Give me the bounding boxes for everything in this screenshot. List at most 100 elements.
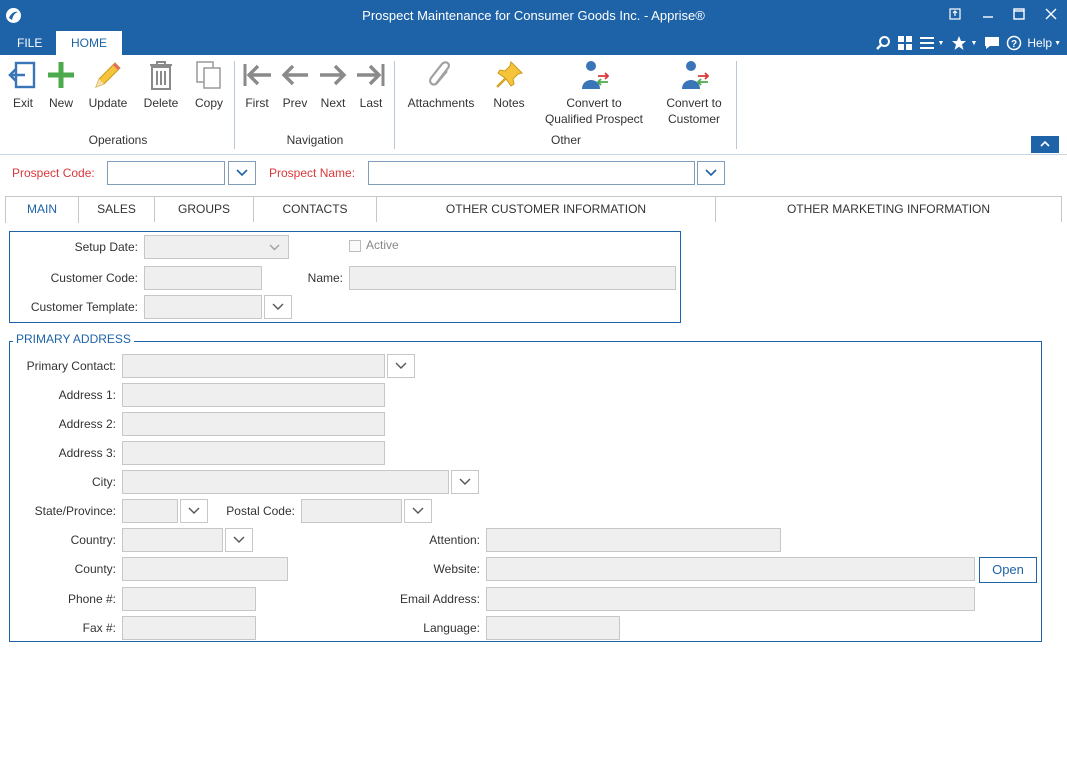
prospect-code-dropdown[interactable]	[228, 161, 256, 185]
ribbon-tab-home[interactable]: HOME	[56, 31, 122, 55]
attachments-label: Attachments	[407, 96, 475, 110]
tab-groups[interactable]: GROUPS	[154, 196, 254, 222]
prev-button[interactable]: Prev	[278, 55, 312, 117]
close-icon[interactable]	[1039, 4, 1063, 26]
chat-bubble-icon[interactable]	[983, 34, 1001, 52]
tab-bar: MAIN SALES GROUPS CONTACTS OTHER CUSTOME…	[5, 196, 1062, 223]
next-button[interactable]: Next	[316, 55, 350, 117]
list-menu-icon[interactable]	[918, 34, 936, 52]
state-province-input[interactable]	[122, 499, 178, 523]
ribbon-toolbar-right: ▼ ▼ ? Help ▼	[874, 31, 1064, 55]
navigation-group-label: Navigation	[286, 133, 344, 147]
email-address-label: Email Address:	[399, 592, 480, 606]
prospect-code-label: Prospect Code:	[12, 166, 95, 180]
country-input[interactable]	[122, 528, 223, 552]
dashboard-grid-icon[interactable]	[896, 34, 914, 52]
county-input[interactable]	[122, 557, 288, 581]
postal-code-input[interactable]	[301, 499, 402, 523]
other-group-label: Other	[550, 133, 581, 147]
phone-label: Phone #:	[67, 592, 116, 606]
maximize-icon[interactable]	[1007, 4, 1031, 26]
svg-text:?: ?	[1011, 39, 1017, 50]
convert-customer-label-line1: Convert to	[666, 96, 722, 110]
address1-label: Address 1:	[58, 388, 116, 402]
last-button[interactable]: Last	[354, 55, 388, 117]
name-input[interactable]	[349, 266, 676, 290]
trash-icon	[150, 61, 172, 90]
fax-label: Fax #:	[82, 621, 116, 635]
email-address-input[interactable]	[486, 587, 975, 611]
prospect-code-input[interactable]	[107, 161, 225, 185]
last-record-icon	[357, 64, 385, 86]
address2-input[interactable]	[122, 412, 385, 436]
pushpin-icon	[496, 61, 523, 88]
first-label: First	[245, 96, 269, 110]
chevron-down-icon[interactable]: ▼	[1054, 40, 1061, 47]
convert-to-customer-button[interactable]: Convert to Customer	[658, 55, 730, 126]
convert-to-qualified-prospect-button[interactable]: Convert to Qualified Prospect	[536, 55, 652, 126]
address1-input[interactable]	[122, 383, 385, 407]
collapse-ribbon-button[interactable]	[1031, 136, 1059, 153]
website-input[interactable]	[486, 557, 975, 581]
language-input[interactable]	[486, 616, 620, 640]
ribbon-tab-file[interactable]: FILE	[3, 31, 56, 55]
phone-input[interactable]	[122, 587, 256, 611]
help-circle-icon[interactable]: ?	[1005, 34, 1023, 52]
exit-icon	[8, 61, 36, 89]
primary-contact-input[interactable]	[122, 354, 385, 378]
attention-input[interactable]	[486, 528, 781, 552]
postal-code-dropdown[interactable]	[404, 499, 432, 523]
active-label: Active	[366, 238, 399, 252]
delete-label: Delete	[143, 96, 179, 110]
customer-code-input[interactable]	[144, 266, 262, 290]
copy-label: Copy	[194, 96, 223, 110]
language-label: Language:	[423, 621, 480, 635]
primary-contact-dropdown[interactable]	[387, 354, 415, 378]
arrow-right-icon	[320, 64, 347, 86]
customer-template-label: Customer Template:	[30, 300, 138, 314]
attachments-button[interactable]: Attachments	[402, 55, 480, 117]
address3-label: Address 3:	[58, 446, 116, 460]
new-button[interactable]: New	[44, 55, 78, 117]
address3-input[interactable]	[122, 441, 385, 465]
website-label: Website:	[433, 562, 480, 576]
city-dropdown[interactable]	[451, 470, 479, 494]
favorites-star-icon[interactable]	[950, 34, 968, 52]
copy-button[interactable]: Copy	[190, 55, 228, 117]
notes-button[interactable]: Notes	[488, 55, 530, 117]
tab-contacts[interactable]: CONTACTS	[253, 196, 377, 222]
chevron-down-icon[interactable]: ▼	[970, 40, 977, 47]
open-website-button[interactable]: Open	[979, 557, 1037, 583]
prospect-name-label: Prospect Name:	[269, 166, 356, 180]
help-menu[interactable]: Help	[1027, 36, 1052, 50]
update-button[interactable]: Update	[84, 55, 132, 117]
state-province-dropdown[interactable]	[180, 499, 208, 523]
country-dropdown[interactable]	[225, 528, 253, 552]
address2-label: Address 2:	[58, 417, 116, 431]
tab-other-customer-information[interactable]: OTHER CUSTOMER INFORMATION	[376, 196, 716, 222]
ribbon-separator	[736, 61, 737, 149]
tab-other-marketing-information[interactable]: OTHER MARKETING INFORMATION	[715, 196, 1062, 222]
last-label: Last	[359, 96, 383, 110]
setup-date-input[interactable]	[144, 235, 289, 259]
chevron-down-icon[interactable]: ▼	[938, 40, 945, 47]
restore-window-icon[interactable]	[943, 4, 967, 26]
county-label: County:	[74, 562, 116, 576]
delete-button[interactable]: Delete	[139, 55, 183, 117]
city-input[interactable]	[122, 470, 449, 494]
active-checkbox[interactable]	[349, 240, 361, 252]
customer-template-input[interactable]	[144, 295, 262, 319]
fax-input[interactable]	[122, 616, 256, 640]
tab-main[interactable]: MAIN	[5, 196, 79, 223]
pencil-icon	[95, 62, 121, 88]
prospect-name-input[interactable]	[368, 161, 695, 185]
prospect-name-dropdown[interactable]	[697, 161, 725, 185]
exit-button[interactable]: Exit	[5, 55, 41, 117]
first-button[interactable]: First	[240, 55, 274, 117]
search-icon[interactable]	[874, 34, 892, 52]
ribbon-tab-bar: FILE HOME ▼ ▼ ? Help ▼	[0, 31, 1067, 55]
chevron-down-icon	[412, 507, 424, 514]
customer-template-dropdown[interactable]	[264, 295, 292, 319]
minimize-icon[interactable]	[976, 4, 1000, 26]
tab-sales[interactable]: SALES	[78, 196, 155, 222]
